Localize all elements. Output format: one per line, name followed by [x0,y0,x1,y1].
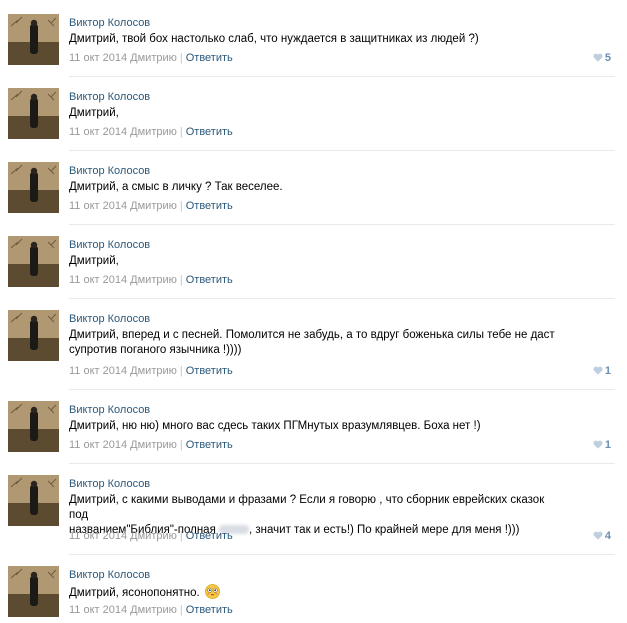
meta-separator: | [179,530,183,542]
reply-link[interactable]: Ответить [186,274,233,286]
divider [69,389,615,390]
divider [69,463,615,464]
comment-reply-to[interactable]: Дмитрию [130,439,177,451]
meta-separator: | [179,126,183,138]
comment-reply-to[interactable]: Дмитрию [130,274,177,286]
comment-reply-to[interactable]: Дмитрию [130,200,177,212]
like-count: 1 [604,439,611,451]
comment-date[interactable]: 11 окт 2014 [69,530,127,542]
divider [69,554,615,555]
reply-link[interactable]: Ответить [186,365,233,377]
reply-link[interactable]: Ответить [186,52,233,64]
meta-separator: | [179,365,183,377]
heart-icon [593,440,603,452]
comment-text-line: супротив поганого язычника !)))) [69,344,242,356]
comment-author[interactable]: Виктор Колосов [69,239,150,251]
avatar[interactable] [8,88,59,139]
divider [69,298,615,299]
comment-author[interactable]: Виктор Колосов [69,91,150,103]
comment-author[interactable]: Виктор Колосов [69,313,150,325]
avatar[interactable] [8,310,59,361]
comment-author[interactable]: Виктор Колосов [69,17,150,29]
meta-separator: | [179,200,183,212]
heart-icon [593,366,603,378]
comment-meta: 11 окт 2014 Дмитрию | Ответить [69,126,233,138]
meta-separator: | [179,52,183,64]
avatar[interactable] [8,162,59,213]
avatar[interactable] [8,236,59,287]
avatar[interactable] [8,475,59,526]
meta-separator: | [179,439,183,451]
avatar[interactable] [8,14,59,65]
comment-reply-to[interactable]: Дмитрию [130,604,177,616]
comment-date[interactable]: 11 окт 2014 [69,604,127,616]
comment-date[interactable]: 11 окт 2014 [69,274,127,286]
comment-text-line: Дмитрий, с какими выводами и фразами ? Е… [69,494,545,521]
like-button[interactable]: 5 [593,52,611,65]
reply-link[interactable]: Ответить [186,604,233,616]
like-button[interactable]: 1 [593,365,611,378]
comment-reply-to[interactable]: Дмитрию [130,52,177,64]
divider [69,76,615,77]
heart-icon [593,531,603,543]
reply-link[interactable]: Ответить [186,530,233,542]
comment-text: Дмитрий, вперед и с песней. Помолится не… [69,328,559,358]
comment-text: Дмитрий, ню ню) много вас сдесь таких ПГ… [69,420,481,432]
comment-meta: 11 окт 2014 Дмитрию | Ответить [69,604,233,616]
comment-date[interactable]: 11 окт 2014 [69,52,127,64]
reply-link[interactable]: Ответить [186,200,233,212]
comment-author[interactable]: Виктор Колосов [69,478,150,490]
comment-meta: 11 окт 2014 Дмитрию | Ответить [69,365,233,377]
comment-reply-to[interactable]: Дмитрию [130,530,177,542]
divider [69,224,615,225]
comment-date[interactable]: 11 окт 2014 [69,200,127,212]
comment-text: Дмитрий, [69,255,119,267]
meta-separator: | [179,274,183,286]
like-count: 4 [604,530,611,542]
comment-text-fragment: Дмитрий, ясонопонятно. [69,587,200,599]
comment-reply-to[interactable]: Дмитрию [130,365,177,377]
comment-meta: 11 окт 2014 Дмитрию | Ответить [69,200,233,212]
avatar[interactable] [8,566,59,617]
comment-meta: 11 окт 2014 Дмитрию | Ответить [69,439,233,451]
reply-link[interactable]: Ответить [186,439,233,451]
comment-date[interactable]: 11 окт 2014 [69,439,127,451]
meta-separator: | [179,604,183,616]
like-count: 5 [604,52,611,64]
comment-text: Дмитрий, ясонопонятно. [69,584,559,604]
comment-author[interactable]: Виктор Колосов [69,569,150,581]
like-button[interactable]: 4 [593,530,611,543]
comment-text-line: Дмитрий, вперед и с песней. Помолится не… [69,329,555,341]
flushed-face-emoji-icon [204,584,220,604]
comment-reply-to[interactable]: Дмитрию [130,126,177,138]
like-count: 1 [604,365,611,377]
comment-text: Дмитрий, [69,107,119,119]
comment-date[interactable]: 11 окт 2014 [69,126,127,138]
comment-text: Дмитрий, а смыс в личку ? Так веселее. [69,181,283,193]
comment-meta: 11 окт 2014 Дмитрию | Ответить [69,274,233,286]
comment-author[interactable]: Виктор Колосов [69,404,150,416]
comment-date[interactable]: 11 окт 2014 [69,365,127,377]
like-button[interactable]: 1 [593,439,611,452]
heart-icon [593,53,603,65]
comment-meta: 11 окт 2014 Дмитрию | Ответить [69,52,233,64]
avatar[interactable] [8,401,59,452]
divider [69,150,615,151]
comment-author[interactable]: Виктор Колосов [69,165,150,177]
comment-text: Дмитрий, твой бох настолько слаб, что ну… [69,33,479,45]
comment-text-fragment: , значит так и есть!) По крайней мере дл… [249,524,520,536]
reply-link[interactable]: Ответить [186,126,233,138]
comment-meta: 11 окт 2014 Дмитрию | Ответить [69,530,233,542]
